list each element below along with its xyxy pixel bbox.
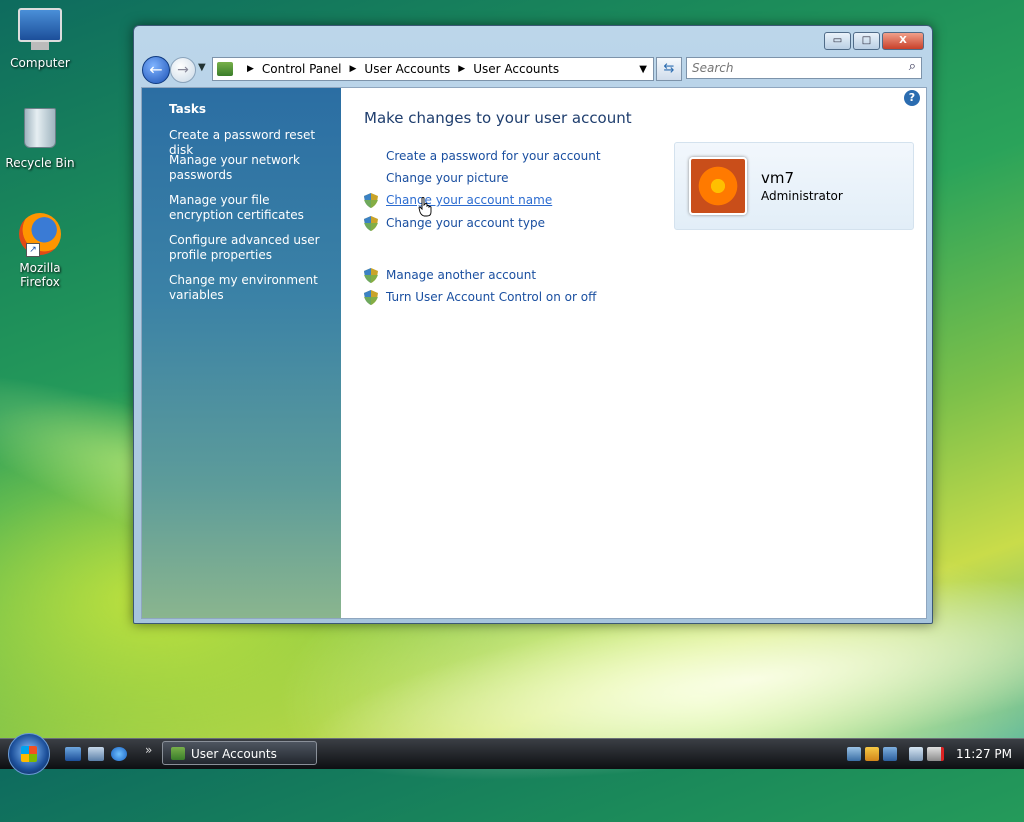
task-manage-network-passwords[interactable]: Manage your network passwords xyxy=(169,153,329,183)
desktop-icon-firefox[interactable]: ↗ Mozilla Firefox xyxy=(0,213,80,289)
breadcrumb-separator-icon[interactable]: ▶ xyxy=(247,64,254,74)
uac-shield-icon xyxy=(364,268,378,283)
desktop-icon-label: Computer xyxy=(10,56,70,70)
computer-icon xyxy=(18,8,62,52)
breadcrumb-separator-icon[interactable]: ▶ xyxy=(350,64,357,74)
link-manage-another-account[interactable]: Manage another account xyxy=(386,268,536,282)
shortcut-arrow-icon: ↗ xyxy=(26,243,40,257)
address-bar[interactable]: ▶ Control Panel ▶ User Accounts ▶ User A… xyxy=(212,57,654,81)
taskbar-button-label: User Accounts xyxy=(191,747,277,761)
maximize-button[interactable]: □ xyxy=(853,32,880,50)
taskbar-button-user-accounts[interactable]: User Accounts xyxy=(162,741,317,765)
start-button[interactable] xyxy=(8,733,50,775)
tasks-heading: Tasks xyxy=(169,102,207,116)
windows-update-icon[interactable] xyxy=(883,747,897,761)
link-turn-uac-on-off[interactable]: Turn User Account Control on or off xyxy=(386,290,596,304)
user-accounts-window: ▭ □ X ← → ▼ ▶ Control Panel ▶ User Accou… xyxy=(133,25,933,624)
network-connection-icon[interactable] xyxy=(909,747,923,761)
breadcrumb-user-accounts[interactable]: User Accounts xyxy=(364,62,450,76)
forward-arrow-icon: → xyxy=(177,62,189,78)
internet-explorer-icon[interactable] xyxy=(111,747,127,761)
link-change-account-name[interactable]: Change your account name xyxy=(386,193,552,207)
show-desktop-icon[interactable] xyxy=(65,747,81,761)
title-buttons: ▭ □ X xyxy=(824,32,924,50)
windows-logo-icon xyxy=(21,746,37,762)
link-change-picture[interactable]: Change your picture xyxy=(386,171,508,185)
system-tray: 11:27 PM xyxy=(847,739,1024,769)
breadcrumb: ▶ Control Panel ▶ User Accounts ▶ User A… xyxy=(239,62,559,76)
navigation-bar: ← → ▼ ▶ Control Panel ▶ User Accounts ▶ … xyxy=(142,56,924,84)
desktop-icon-recycle-bin[interactable]: Recycle Bin xyxy=(0,108,80,170)
desktop-icon-label: Recycle Bin xyxy=(5,156,75,170)
firefox-icon: ↗ xyxy=(18,213,62,257)
control-panel-icon xyxy=(217,62,233,76)
search-icon[interactable]: ⌕ xyxy=(909,59,916,74)
back-arrow-icon: ← xyxy=(149,60,163,79)
user-name: vm7 xyxy=(761,169,795,187)
refresh-icon: ⇆ xyxy=(663,61,675,76)
content-pane: Tasks Create a password reset disk Manag… xyxy=(141,87,927,619)
recycle-bin-icon xyxy=(18,108,62,152)
link-change-account-type[interactable]: Change your account type xyxy=(386,216,545,230)
uac-shield-icon xyxy=(364,193,378,208)
avatar xyxy=(689,157,747,215)
clock[interactable]: 11:27 PM xyxy=(956,747,1012,761)
switch-windows-icon[interactable] xyxy=(88,747,104,761)
taskbar: » User Accounts 11:27 PM xyxy=(0,733,1024,775)
breadcrumb-separator-icon[interactable]: ▶ xyxy=(458,64,465,74)
page-title: Make changes to your user account xyxy=(364,109,632,127)
volume-muted-icon[interactable] xyxy=(927,747,944,761)
task-change-environment-variables[interactable]: Change my environment variables xyxy=(169,273,329,303)
search-input[interactable] xyxy=(686,57,922,79)
recent-pages-dropdown[interactable]: ▼ xyxy=(198,62,206,73)
uac-shield-icon xyxy=(364,290,378,305)
security-shield-icon[interactable] xyxy=(865,747,879,761)
desktop-icon-label: Mozilla Firefox xyxy=(19,261,61,289)
link-create-password[interactable]: Create a password for your account xyxy=(386,149,601,163)
breadcrumb-control-panel[interactable]: Control Panel xyxy=(262,62,342,76)
close-button[interactable]: X xyxy=(882,32,924,50)
user-role: Administrator xyxy=(761,189,843,203)
tasks-sidebar: Tasks Create a password reset disk Manag… xyxy=(142,88,341,618)
user-account-card: vm7 Administrator xyxy=(674,142,914,230)
desktop-icon-computer[interactable]: Computer xyxy=(0,8,80,70)
breadcrumb-user-accounts-current[interactable]: User Accounts xyxy=(473,62,559,76)
network-status-icon[interactable] xyxy=(847,747,861,761)
help-icon[interactable]: ? xyxy=(904,90,920,106)
back-button[interactable]: ← xyxy=(142,56,170,84)
task-configure-user-profile[interactable]: Configure advanced user profile properti… xyxy=(169,233,329,263)
uac-shield-icon xyxy=(364,216,378,231)
hand-cursor-icon xyxy=(418,197,432,217)
user-accounts-icon xyxy=(171,747,185,760)
minimize-button[interactable]: ▭ xyxy=(824,32,851,50)
forward-button[interactable]: → xyxy=(170,57,196,83)
quick-launch-chevron-icon[interactable]: » xyxy=(145,743,152,757)
address-dropdown-icon[interactable]: ▼ xyxy=(639,64,647,75)
refresh-button[interactable]: ⇆ xyxy=(656,57,682,81)
task-manage-file-encryption[interactable]: Manage your file encryption certificates xyxy=(169,193,329,223)
